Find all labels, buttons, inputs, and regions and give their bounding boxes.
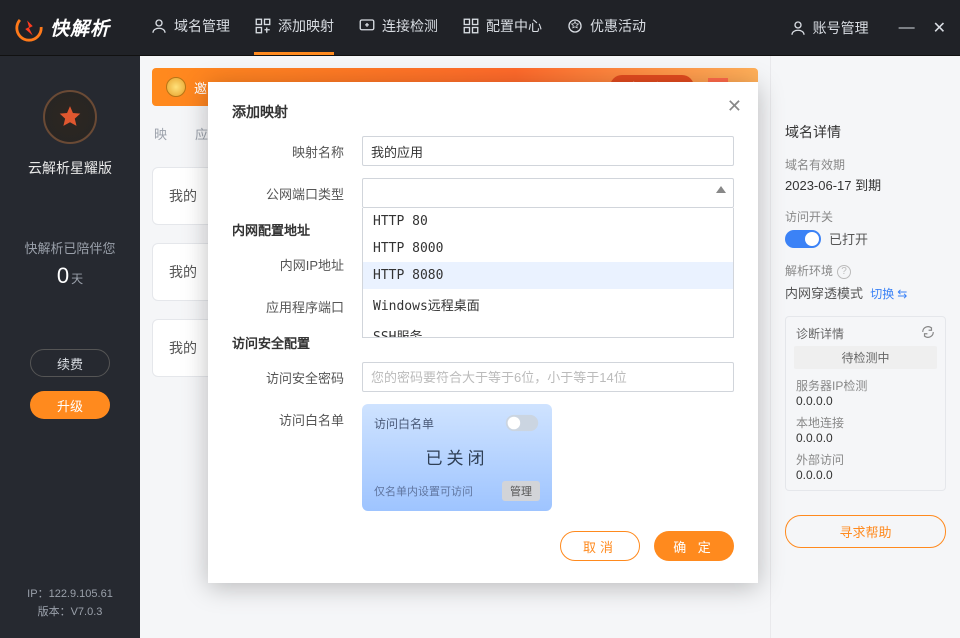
nav-label: 域名管理 [174,16,230,36]
whitelist-note: 仅名单内设置可访问 [374,483,473,499]
account-label: 账号管理 [813,18,869,38]
switch-label: 访问开关 [785,208,946,225]
nav-config-center[interactable]: 配置中心 [462,0,542,55]
swap-icon: ⇆ [897,287,907,301]
edition-badge [43,90,97,144]
add-mapping-modal: 添加映射 ✕ 映射名称 公网端口类型 HTTP 80HTTP 8000HTTP … [208,82,758,583]
whitelist-status: 已关闭 [374,444,540,469]
env-mode: 内网穿透模式 [785,286,863,301]
title-bar: 快解析 域名管理 添加映射 连接检测 [0,0,960,56]
modal-close-button[interactable]: ✕ [727,96,742,117]
monitor-plus-icon [358,17,376,35]
section-tab[interactable]: 映 [154,124,167,143]
minimize-button[interactable]: — [899,19,915,37]
switch-state-text: 已打开 [829,229,868,248]
diag-status: 待检测中 [794,346,937,369]
mapping-name-input[interactable] [362,136,734,166]
port-type-option[interactable]: HTTP 8000 [363,235,733,262]
banner-text: 邀 [194,78,207,97]
modal-title: 添加映射 [232,102,734,122]
edition-name: 云解析星耀版 [28,158,112,178]
whitelist-switch[interactable] [506,415,538,431]
access-switch[interactable] [785,230,821,248]
nav-add-mapping[interactable]: 添加映射 [254,0,334,55]
grid-plus-icon [254,17,272,35]
valid-label: 域名有效期 [785,156,946,173]
port-type-option[interactable]: HTTP 8080 [363,262,733,289]
sidebar: 云解析星耀版 快解析已陪伴您 0天 续费 升级 IP：122.9.105.61 … [0,56,140,638]
nav-promo[interactable]: 优惠活动 [566,0,646,55]
whitelist-card-title: 访问白名单 [374,415,434,432]
brand-text: 快解析 [50,14,110,41]
ip-value: 122.9.105.61 [49,588,113,600]
whitelist-manage-button[interactable]: 管理 [502,481,540,501]
badge-icon [566,17,584,35]
inner-ip-label: 内网IP地址 [232,255,362,274]
section-tab[interactable]: 应 [195,124,208,143]
port-type-option[interactable]: Windows远程桌面 [363,289,733,320]
version-value: V7.0.3 [71,606,103,618]
port-type-dropdown: HTTP 80HTTP 8000HTTP 8080Windows远程桌面SSH服… [362,208,734,338]
app-logo: 快解析 [14,13,110,43]
details-title: 域名详情 [785,122,946,142]
version-label: 版本： [38,606,71,618]
password-label: 访问安全密码 [232,368,362,387]
whitelist-card: 访问白名单 已关闭 仅名单内设置可访问 管理 [362,404,552,511]
account-icon [789,19,807,37]
nav-label: 连接检测 [382,16,438,36]
user-icon [150,17,168,35]
app-port-label: 应用程序端口 [232,297,362,316]
days-counter: 0天 [57,263,83,289]
details-panel: 域名详情 域名有效期 2023-06-17 到期 访问开关 已打开 解析环境? … [770,56,960,638]
days-unit: 天 [71,272,83,286]
nav-label: 优惠活动 [590,16,646,36]
info-icon[interactable]: ? [837,265,851,279]
coin-icon [166,77,186,97]
upgrade-button[interactable]: 升级 [30,391,110,419]
logo-icon [14,13,44,43]
env-switch-link[interactable]: 切换⇆ [870,287,907,301]
grid-icon [462,17,480,35]
renew-button[interactable]: 续费 [30,349,110,377]
companion-text: 快解析已陪伴您 [24,238,115,257]
days-value: 0 [57,263,69,288]
chevron-up-icon [716,186,726,193]
nav-connect-test[interactable]: 连接检测 [358,0,438,55]
diag-title: 诊断详情 [796,325,844,342]
diagnosis-box: 诊断详情 待检测中 服务器IP检测0.0.0.0 本地连接0.0.0.0 外部访… [785,316,946,491]
nav-domain[interactable]: 域名管理 [150,0,230,55]
window-controls: — ✕ [899,18,946,38]
help-button[interactable]: 寻求帮助 [785,515,946,548]
ip-label: IP： [27,588,48,600]
close-window-button[interactable]: ✕ [933,18,946,38]
port-type-label: 公网端口类型 [232,184,362,203]
nav-label: 添加映射 [278,16,334,36]
diag-row: 服务器IP检测0.0.0.0 [796,377,935,408]
port-type-combo[interactable]: HTTP 80HTTP 8000HTTP 8080Windows远程桌面SSH服… [362,178,734,208]
whitelist-label: 访问白名单 [232,404,362,429]
password-input[interactable] [362,362,734,392]
modal-form: 映射名称 公网端口类型 HTTP 80HTTP 8000HTTP 8080Win… [232,136,734,561]
cancel-button[interactable]: 取消 [560,531,640,561]
diag-row: 本地连接0.0.0.0 [796,414,935,445]
env-label: 解析环境? [785,262,946,279]
port-type-option[interactable]: SSH服务 [363,320,733,338]
confirm-button[interactable]: 确 定 [654,531,734,561]
port-type-option[interactable]: HTTP 80 [363,208,733,235]
name-label: 映射名称 [232,142,362,161]
nav-bar: 域名管理 添加映射 连接检测 配置中心 [150,0,769,55]
port-type-input[interactable] [362,178,734,208]
modal-actions: 取消 确 定 [232,531,734,561]
nav-label: 配置中心 [486,16,542,36]
valid-value: 2023-06-17 到期 [785,175,946,194]
sidebar-footer: IP：122.9.105.61 版本：V7.0.3 [27,569,113,638]
refresh-icon[interactable] [921,325,935,342]
diag-row: 外部访问0.0.0.0 [796,451,935,482]
star-icon [57,104,83,130]
app-window: 快解析 域名管理 添加映射 连接检测 [0,0,960,638]
account-menu[interactable]: 账号管理 [789,18,869,38]
